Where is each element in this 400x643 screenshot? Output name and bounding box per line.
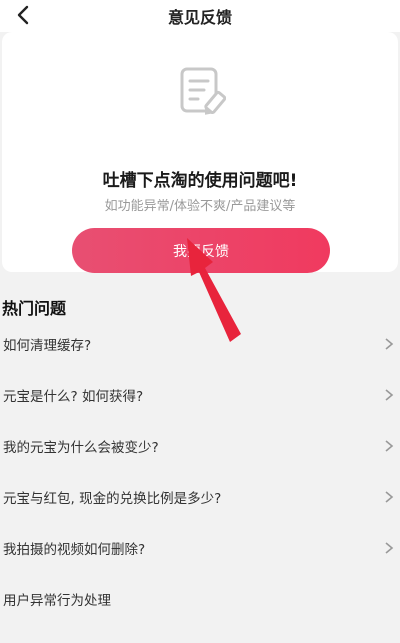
chevron-right-icon bbox=[385, 541, 394, 554]
faq-item-delete-video[interactable]: 我拍摄的视频如何删除? bbox=[0, 522, 400, 573]
faq-item-yuanbao-decrease[interactable]: 我的元宝为什么会被变少? bbox=[0, 420, 400, 471]
faq-item-label: 如何清理缓存? bbox=[3, 337, 92, 354]
faq-item-abnormal-behavior[interactable]: 用户异常行为处理 bbox=[0, 573, 400, 624]
faq-item-label: 元宝与红包, 现金的兑换比例是多少? bbox=[3, 490, 222, 507]
faq-item-label: 元宝是什么? 如何获得? bbox=[3, 388, 144, 405]
hot-questions-title: 热门问题 bbox=[2, 299, 67, 318]
chevron-right-icon bbox=[385, 490, 394, 503]
top-bar: 意见反馈 bbox=[0, 0, 400, 32]
faq-item-label: 用户异常行为处理 bbox=[3, 592, 111, 609]
page-title: 意见反馈 bbox=[167, 8, 232, 27]
document-edit-icon bbox=[180, 67, 226, 115]
chevron-right-icon bbox=[385, 337, 394, 350]
faq-item-exchange-rate[interactable]: 元宝与红包, 现金的兑换比例是多少? bbox=[0, 471, 400, 522]
faq-item-label: 我拍摄的视频如何删除? bbox=[3, 541, 146, 558]
card-title: 吐槽下点淘的使用问题吧! bbox=[102, 171, 298, 191]
faq-item-label: 我的元宝为什么会被变少? bbox=[3, 439, 159, 456]
faq-item-yuanbao-what[interactable]: 元宝是什么? 如何获得? bbox=[0, 369, 400, 420]
chevron-right-icon bbox=[385, 388, 394, 401]
faq-list: 如何清理缓存? 元宝是什么? 如何获得? 我的元宝为什么会被变少? 元宝与红包,… bbox=[0, 318, 400, 624]
chevron-right-icon bbox=[385, 439, 394, 452]
faq-item-clear-cache[interactable]: 如何清理缓存? bbox=[0, 318, 400, 369]
card-subtitle: 如功能异常/体验不爽/产品建议等 bbox=[104, 199, 296, 214]
